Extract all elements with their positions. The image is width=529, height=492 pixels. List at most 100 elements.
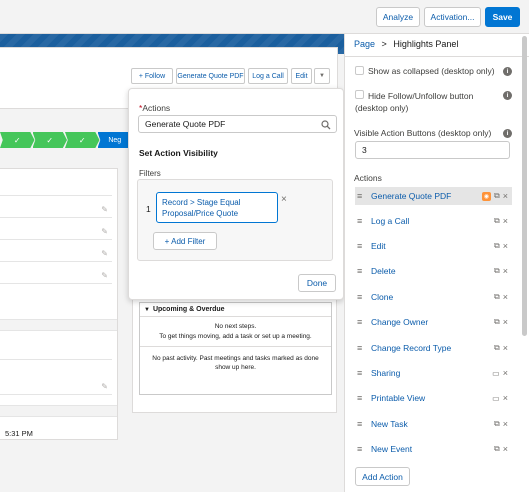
no-next-steps-text: No next steps.: [214, 323, 257, 330]
chevron-down-icon: ▼: [144, 306, 150, 313]
remove-icon[interactable]: ×: [503, 317, 508, 327]
path-step-complete[interactable]: ✓: [32, 132, 67, 148]
action-item-log-a-call[interactable]: ≡ Log a Call ⧉ ×: [355, 212, 512, 230]
record-details-card: ✎ ✎ ✎ ✎ ✎ 5:31 PM: [0, 168, 118, 440]
info-icon[interactable]: i: [503, 129, 512, 138]
action-item-new-task[interactable]: ≡ New Task ⧉ ×: [355, 415, 512, 433]
log-a-call-button[interactable]: Log a Call: [248, 68, 288, 84]
filters-label: Filters: [139, 169, 161, 178]
desktop-mobile-icon: ⧉: [494, 266, 500, 275]
done-button[interactable]: Done: [298, 274, 336, 292]
drag-handle-icon[interactable]: ≡: [357, 317, 369, 327]
field-row: ✎: [0, 227, 112, 240]
show-collapsed-checkbox[interactable]: [355, 66, 364, 75]
remove-icon[interactable]: ×: [503, 266, 508, 276]
add-filter-button[interactable]: + Add Filter: [153, 232, 217, 250]
breadcrumb-page-link[interactable]: Page: [354, 39, 375, 49]
check-icon: ✓: [13, 135, 21, 145]
info-icon[interactable]: i: [503, 67, 512, 76]
remove-icon[interactable]: ×: [503, 419, 508, 429]
add-action-button[interactable]: Add Action: [355, 467, 410, 486]
pencil-icon[interactable]: ✎: [101, 227, 108, 236]
breadcrumb: Page > Highlights Panel: [354, 39, 459, 49]
pencil-icon[interactable]: ✎: [101, 249, 108, 258]
filter-number: 1: [146, 204, 151, 214]
drag-handle-icon[interactable]: ≡: [357, 393, 369, 403]
edit-button[interactable]: Edit: [291, 68, 312, 84]
path-step-current[interactable]: Neg: [97, 132, 132, 148]
field-row: ✎: [0, 249, 112, 262]
divider: [344, 56, 529, 57]
path-step-complete[interactable]: ✓: [65, 132, 100, 148]
info-icon[interactable]: i: [503, 91, 512, 100]
activation-button[interactable]: Activation...: [424, 7, 481, 27]
close-icon[interactable]: ×: [281, 194, 287, 205]
divider: [140, 346, 331, 347]
timestamp: 5:31 PM: [5, 429, 33, 438]
field-row: [0, 359, 112, 360]
remove-icon[interactable]: ×: [503, 444, 508, 454]
desktop-mobile-icon: ⧉: [494, 292, 500, 301]
drag-handle-icon[interactable]: ≡: [357, 343, 369, 353]
check-icon: ✓: [78, 135, 86, 145]
drag-handle-icon[interactable]: ≡: [357, 216, 369, 226]
remove-icon[interactable]: ×: [503, 368, 508, 378]
action-item-new-event[interactable]: ≡ New Event ⧉ ×: [355, 440, 512, 458]
generate-quote-pdf-button[interactable]: Generate Quote PDF: [176, 68, 245, 84]
path-step-complete[interactable]: ✓: [0, 132, 35, 148]
remove-icon[interactable]: ×: [503, 191, 508, 201]
drag-handle-icon[interactable]: ≡: [357, 368, 369, 378]
remove-icon[interactable]: ×: [503, 241, 508, 251]
drag-handle-icon[interactable]: ≡: [357, 444, 369, 454]
panel-scrollbar[interactable]: [522, 36, 527, 336]
action-item-change-owner[interactable]: ≡ Change Owner ⧉ ×: [355, 313, 512, 331]
drag-handle-icon[interactable]: ≡: [357, 266, 369, 276]
remove-icon[interactable]: ×: [503, 393, 508, 403]
section-divider: [0, 319, 117, 331]
sales-path: ✓ ✓ ✓ Neg: [0, 132, 132, 148]
remove-icon[interactable]: ×: [503, 216, 508, 226]
pencil-icon[interactable]: ✎: [101, 271, 108, 280]
visibility-title: Set Action Visibility: [139, 148, 218, 158]
pencil-icon[interactable]: ✎: [101, 205, 108, 214]
desktop-icon: ▭: [492, 368, 500, 378]
breadcrumb-current: Highlights Panel: [393, 39, 459, 49]
drag-handle-icon[interactable]: ≡: [357, 241, 369, 251]
chevron-down-icon: ▼: [319, 73, 325, 79]
drag-handle-icon[interactable]: ≡: [357, 292, 369, 302]
more-actions-button[interactable]: ▼: [314, 68, 330, 84]
action-search-input[interactable]: Generate Quote PDF: [138, 115, 337, 133]
desktop-mobile-icon: ⧉: [494, 419, 500, 428]
action-item-delete[interactable]: ≡ Delete ⧉ ×: [355, 262, 512, 280]
action-item-printable-view[interactable]: ≡ Printable View ▭ ×: [355, 389, 512, 407]
field-row: ✎: [0, 271, 112, 284]
remove-icon[interactable]: ×: [503, 343, 508, 353]
no-next-steps-hint: To get things moving, add a task or set …: [159, 333, 312, 340]
drag-handle-icon[interactable]: ≡: [357, 191, 369, 201]
top-toolbar: Analyze Activation... Save: [0, 0, 529, 34]
pencil-icon[interactable]: ✎: [101, 382, 108, 391]
filter-condition[interactable]: Record > Stage Equal Proposal/Price Quot…: [156, 192, 278, 223]
desktop-mobile-icon: ⧉: [494, 216, 500, 225]
action-item-generate-quote-pdf[interactable]: ≡ Generate Quote PDF ◉ ⧉ ×: [355, 187, 512, 205]
activity-timeline: ▼ Upcoming & Overdue No next steps. To g…: [139, 302, 332, 395]
actions-field-label: *Actions: [139, 103, 171, 113]
visible-buttons-input[interactable]: 3: [355, 141, 510, 159]
actions-heading: Actions: [354, 173, 382, 183]
action-item-edit[interactable]: ≡ Edit ⧉ ×: [355, 237, 512, 255]
analyze-button[interactable]: Analyze: [376, 7, 420, 27]
save-button[interactable]: Save: [485, 7, 520, 27]
follow-button[interactable]: + Follow: [131, 68, 173, 84]
no-past-activity-text: No past activity. Past meetings and task…: [152, 355, 319, 371]
action-item-sharing[interactable]: ≡ Sharing ▭ ×: [355, 364, 512, 382]
drag-handle-icon[interactable]: ≡: [357, 419, 369, 429]
field-row: [0, 195, 112, 196]
check-icon: ✓: [46, 135, 54, 145]
activity-section-header[interactable]: ▼ Upcoming & Overdue: [140, 303, 331, 317]
remove-icon[interactable]: ×: [503, 292, 508, 302]
search-icon: [321, 120, 331, 130]
show-collapsed-label: Show as collapsed (desktop only): [368, 66, 495, 76]
action-item-change-record-type[interactable]: ≡ Change Record Type ⧉ ×: [355, 339, 512, 357]
action-item-clone[interactable]: ≡ Clone ⧉ ×: [355, 288, 512, 306]
filter-visibility-icon: ◉: [482, 191, 492, 201]
